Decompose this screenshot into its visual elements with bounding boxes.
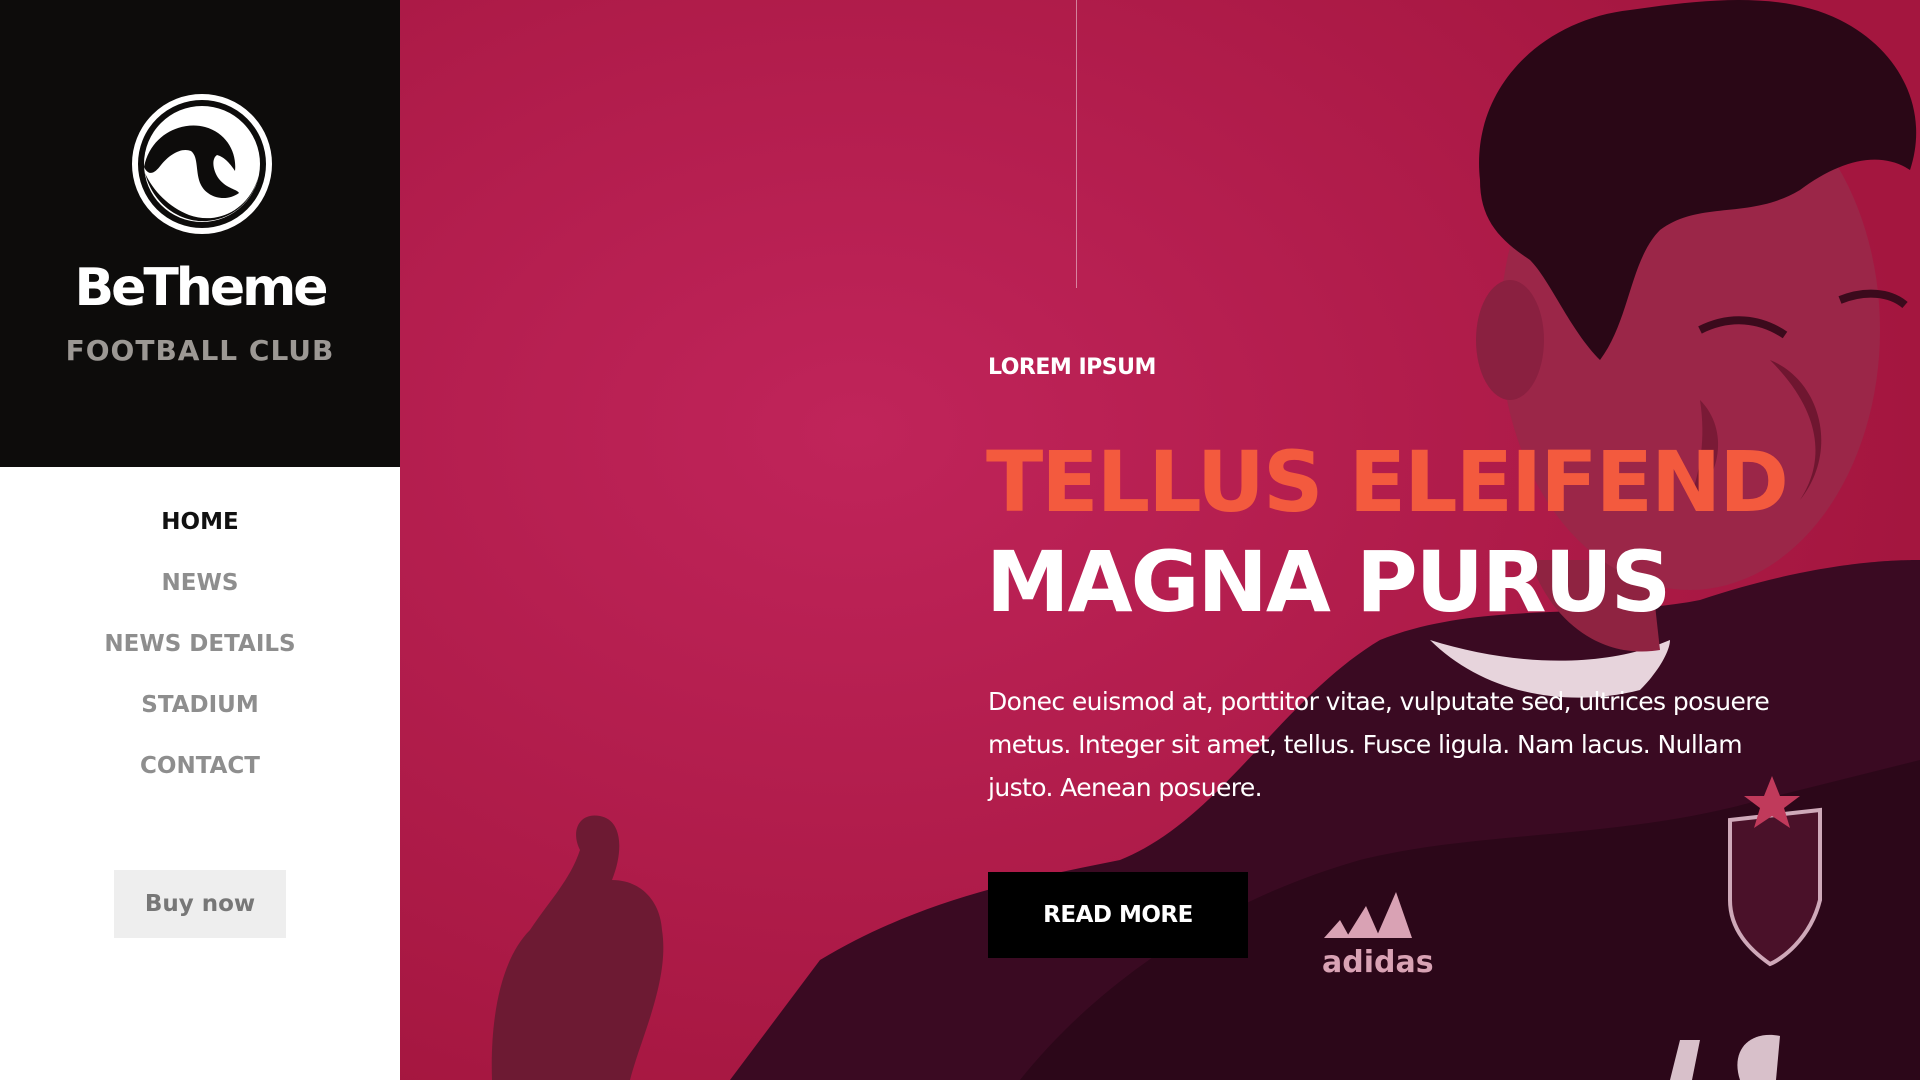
brand-block: BeTheme FOOTBALL CLUB: [0, 0, 400, 467]
nav-item-contact[interactable]: CONTACT: [0, 749, 400, 810]
nav-item-news-details[interactable]: NEWS DETAILS: [0, 627, 400, 688]
read-more-button[interactable]: READ MORE: [988, 872, 1248, 958]
nav-item-news[interactable]: NEWS: [0, 566, 400, 627]
brand-subtitle: FOOTBALL CLUB: [65, 334, 335, 367]
main-nav: HOME NEWS NEWS DETAILS STADIUM CONTACT: [0, 505, 400, 810]
hero-title-line-2: MAGNA PURUS: [986, 533, 1671, 631]
hero-title-line-1: TELLUS ELEIFEND: [986, 433, 1789, 531]
brand-name: BeTheme: [74, 258, 328, 318]
nav-item-home[interactable]: HOME: [0, 505, 400, 566]
buy-now-button[interactable]: Buy now: [114, 870, 286, 938]
hero-title: TELLUS ELEIFEND MAGNA PURUS: [986, 432, 1789, 632]
nav-item-stadium[interactable]: STADIUM: [0, 688, 400, 749]
hero-description: Donec euismod at, porttitor vitae, vulpu…: [988, 687, 1770, 802]
hero-eyebrow: LOREM IPSUM: [988, 355, 1156, 380]
sidebar: BeTheme FOOTBALL CLUB HOME NEWS NEWS DET…: [0, 0, 400, 1080]
jersey-brand-text: adidas: [1322, 945, 1434, 980]
vertical-divider: [1076, 0, 1077, 288]
hero-section: adidas LOREM IPSUM TELLUS ELEIFEND MAGNA…: [400, 0, 1920, 1080]
swan-logo-icon[interactable]: [131, 93, 273, 235]
